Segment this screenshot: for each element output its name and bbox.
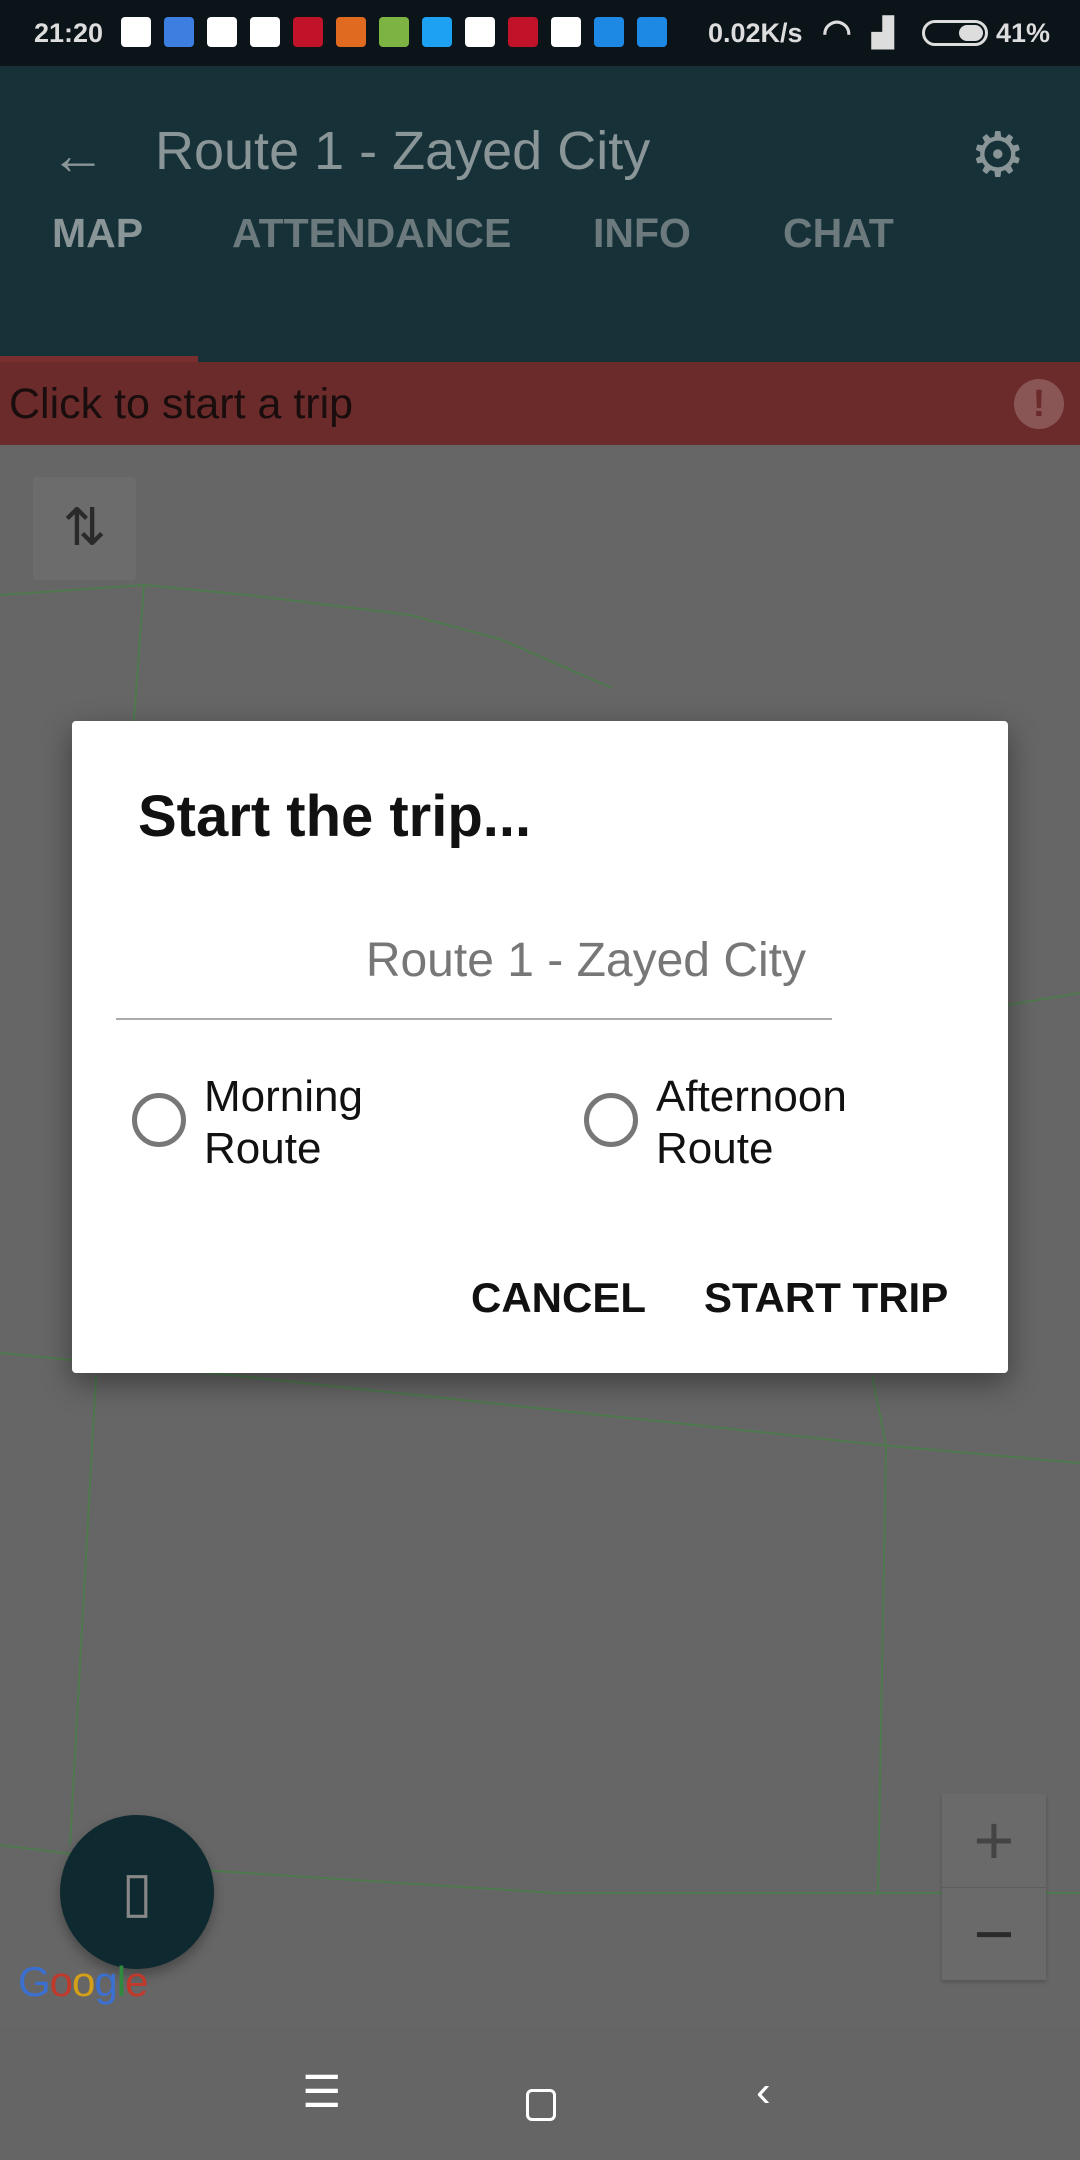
shield-icon: [336, 17, 366, 47]
status-bar: 21:20 0.02K/s ◠ ▟ 41%: [0, 0, 1080, 66]
road: [871, 1374, 888, 1896]
twitter-icon: [422, 17, 452, 47]
download-icon: [379, 17, 409, 47]
cloud-icon: [164, 17, 194, 47]
road: [69, 1374, 97, 1846]
home-icon[interactable]: [526, 2089, 556, 2121]
page-title: Route 1 - Zayed City: [155, 121, 651, 181]
app-bar: ← Route 1 - Zayed City ⚙: [0, 66, 1080, 362]
menu-icon[interactable]: ☰: [302, 2067, 341, 2118]
pinterest-icon: [508, 17, 538, 47]
gear-icon[interactable]: ⚙: [970, 118, 1026, 191]
back-icon[interactable]: ‹: [756, 2067, 771, 2117]
banner-text: Click to start a trip: [9, 380, 354, 428]
zoom-in-button[interactable]: +: [942, 1794, 1046, 1887]
swap-route-button[interactable]: ⇅: [33, 477, 136, 580]
route-field-underline: [116, 1018, 832, 1020]
tab-info[interactable]: INFO: [593, 210, 691, 257]
wifi-icon: ◠: [822, 13, 852, 51]
network-speed: 0.02K/s: [708, 18, 803, 48]
road: [1007, 992, 1080, 1006]
tab-chat[interactable]: CHAT: [783, 210, 894, 257]
signal-icon: ▟: [872, 17, 894, 48]
map-icon: ▯: [121, 1860, 153, 1923]
linkedin-icon: [551, 17, 581, 47]
alert-icon: !: [1014, 379, 1064, 429]
afternoon-route-radio[interactable]: [584, 1093, 638, 1147]
battery-level: 41%: [996, 18, 1051, 48]
morning-route-radio[interactable]: [132, 1093, 186, 1147]
afternoon-route-label[interactable]: Afternoon Route: [656, 1071, 847, 1175]
cancel-button[interactable]: CANCEL: [471, 1274, 646, 1322]
clock: 21:20: [34, 18, 104, 48]
google-logo: Google: [18, 1958, 148, 2005]
route-field[interactable]: Route 1 - Zayed City: [366, 933, 806, 988]
start-trip-dialog: Start the trip... Route 1 - Zayed City M…: [72, 721, 1008, 1373]
tab-map[interactable]: MAP: [52, 210, 143, 257]
start-trip-banner[interactable]: Click to start a trip !: [0, 362, 1080, 445]
swap-icon: ⇅: [62, 499, 107, 557]
google-icon: [250, 17, 280, 47]
battery-icon: [922, 20, 988, 46]
tab-attendance[interactable]: ATTENDANCE: [232, 210, 511, 257]
zoom-out-button[interactable]: −: [942, 1887, 1046, 1980]
gmail-icon: [465, 17, 495, 47]
road: [0, 583, 613, 689]
start-trip-button[interactable]: START TRIP: [704, 1274, 948, 1322]
pinterest-icon: [293, 17, 323, 47]
map-type-button[interactable]: ▯: [60, 1815, 214, 1969]
arrow-left-icon[interactable]: ←: [50, 122, 106, 187]
whatsapp-icon: [121, 17, 151, 47]
zoom-controls: + −: [942, 1794, 1046, 1980]
system-nav-bar: ☰ ‹: [0, 2027, 1080, 2160]
gmail-icon: [207, 17, 237, 47]
mi-icon: [594, 17, 624, 47]
mi-icon: [637, 17, 667, 47]
dialog-title: Start the trip...: [138, 784, 532, 849]
morning-route-label[interactable]: Morning Route: [204, 1071, 363, 1175]
